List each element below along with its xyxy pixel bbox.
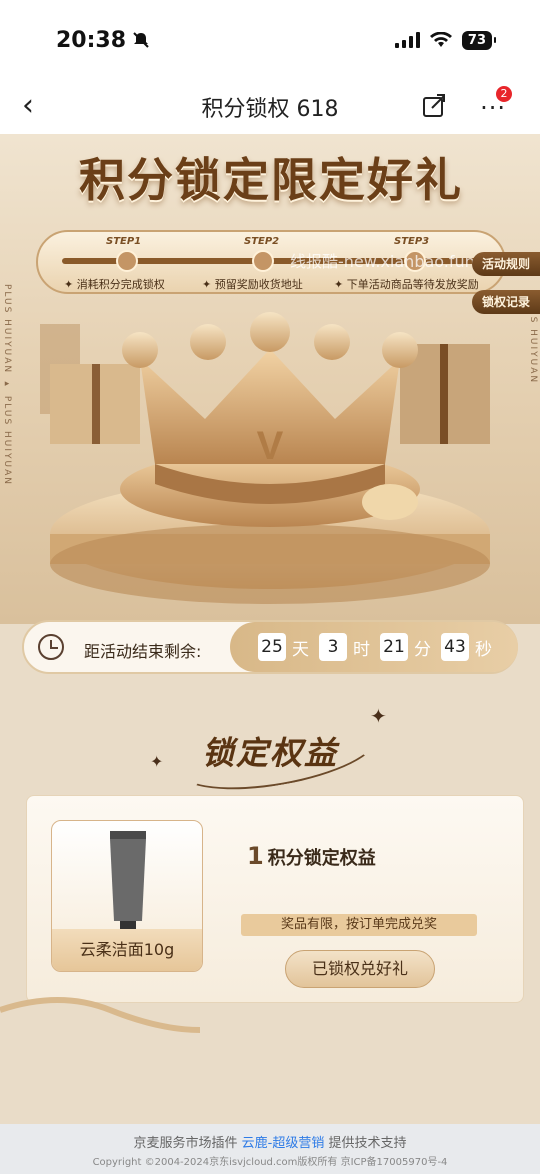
hero-banner: PLUS HUIYUAN ▸ PLUS HUIYUAN PLUS HUIYUAN… (0, 134, 540, 624)
location-pin-icon (252, 250, 274, 272)
lock-icon (116, 250, 138, 272)
nav-bar: ‹ 积分锁权 618 ··· 2 (0, 80, 540, 134)
crown-letter: V (257, 424, 284, 468)
share-icon[interactable] (422, 92, 446, 118)
points-number: 1 (247, 842, 264, 870)
countdown-bar: 距活动结束剩余: 25 天 3 时 21 分 43 秒 (22, 620, 518, 674)
redeem-button[interactable]: 已锁权兑好礼 (285, 950, 435, 988)
countdown-seconds-unit: 秒 (475, 639, 492, 660)
status-time: 20:38 (56, 28, 150, 53)
countdown-days-unit: 天 (292, 639, 309, 660)
mute-bell-icon (133, 32, 149, 48)
crown-illustration: V (40, 312, 490, 604)
footer: 京麦服务市场插件 云鹿-超级营销 提供技术支持 Copyright ©2004-… (0, 1124, 540, 1174)
points-text: 1 积分锁定权益 (247, 842, 376, 870)
activity-rules-button[interactable]: 活动规则 (472, 252, 540, 276)
status-bar: 20:38 73 (0, 0, 540, 80)
hero-title: 积分锁定限定好礼 (79, 153, 463, 207)
side-brand-text: PLUS HUIYUAN ▸ PLUS HUIYUAN (2, 284, 12, 486)
footer-copyright: Copyright ©2004-2024京东isvjcloud.com版权所有 … (92, 1157, 448, 1168)
ribbon-decoration (0, 997, 200, 1033)
back-icon[interactable]: ‹ (22, 91, 34, 121)
step1-text: ✦ 消耗积分完成锁权 (64, 278, 165, 291)
countdown-seconds: 43 (441, 633, 469, 661)
limited-note: 奖品有限，按订单完成兑奖 (241, 914, 477, 936)
battery-indicator: 73 (461, 30, 497, 50)
countdown-values: 25 天 3 时 21 分 43 秒 (230, 622, 518, 672)
points-desc: 积分锁定权益 (267, 848, 376, 869)
reward-card: 云柔洁面10g 1 积分锁定权益 奖品有限，按订单完成兑奖 已锁权兑好礼 (26, 795, 524, 1003)
product-image: 云柔洁面10g (51, 820, 203, 972)
cleanser-tube-icon (110, 831, 146, 931)
step3-label: STEP3 (394, 236, 430, 247)
countdown-hours: 3 (319, 633, 347, 661)
clock-icon (38, 634, 64, 660)
footer-link[interactable]: 云鹿-超级营销 (242, 1136, 325, 1151)
wifi-icon (429, 32, 452, 47)
product-name: 云柔洁面10g (52, 929, 202, 971)
countdown-minutes: 21 (380, 633, 408, 661)
sparkle-icon: ✦ (370, 704, 387, 728)
page-title: 积分锁权 618 (201, 97, 339, 122)
section-title: 锁定权益 (201, 734, 338, 772)
cellular-signal-icon (394, 32, 420, 48)
step3-text: ✦ 下单活动商品等待发放奖励 (334, 278, 479, 291)
step2-text: ✦ 预留奖励收货地址 (202, 278, 303, 291)
countdown-hours-unit: 时 (353, 639, 370, 660)
countdown-label: 距活动结束剩余: (84, 642, 202, 661)
countdown-minutes-unit: 分 (414, 639, 431, 660)
notification-badge: 2 (496, 86, 512, 102)
countdown-days: 25 (258, 633, 286, 661)
watermark-text: 线报酷-new.xianbao.fun (290, 252, 475, 271)
footer-credit: 京麦服务市场插件 云鹿-超级营销 提供技术支持 (133, 1136, 407, 1151)
step1-label: STEP1 (106, 236, 142, 247)
step2-label: STEP2 (244, 236, 280, 247)
